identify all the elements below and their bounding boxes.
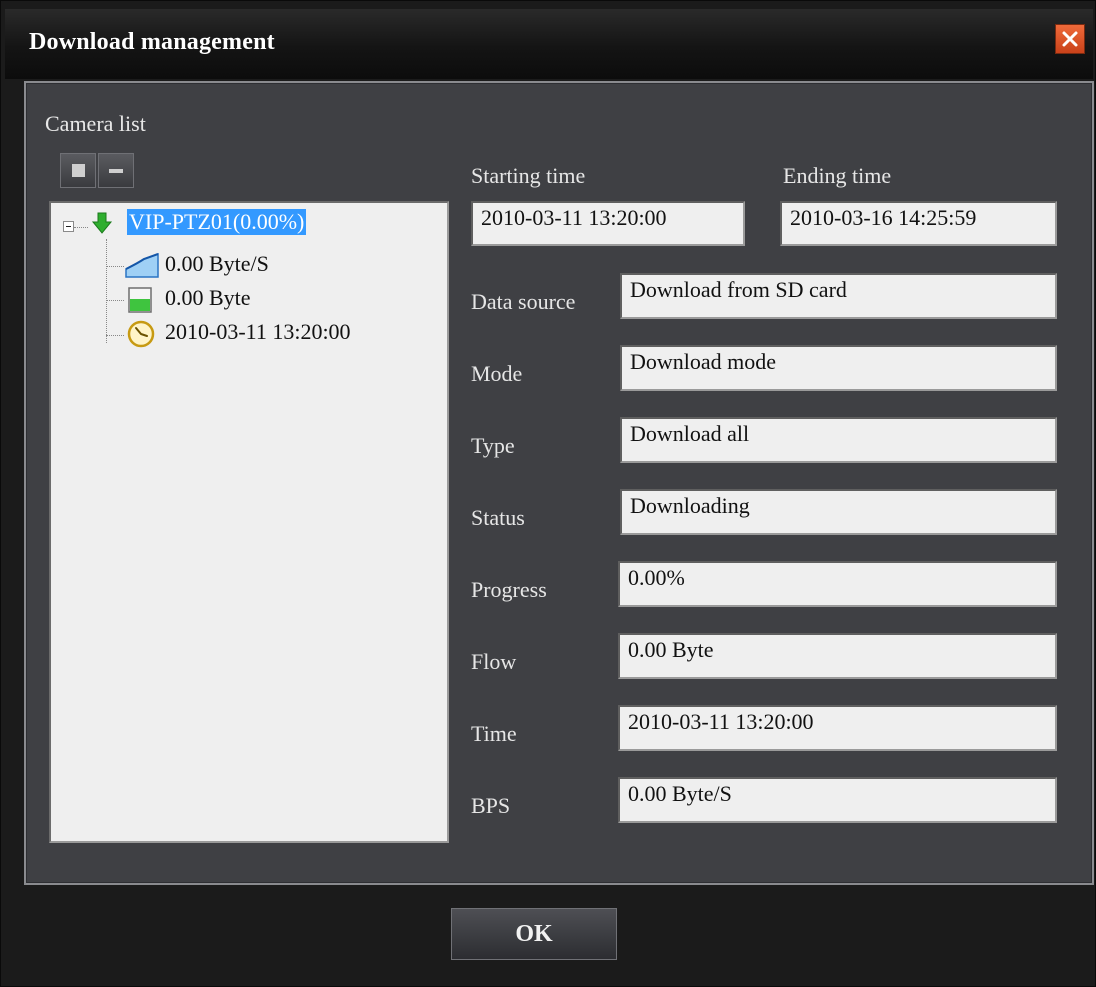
main-panel: Camera list VIP-PTZ01(0.00%) 0.00 Byte/S… [24,81,1094,885]
type-label: Type [471,433,515,458]
status-field[interactable]: Downloading [620,489,1057,535]
bps-field[interactable]: 0.00 Byte/S [618,777,1057,823]
mode-label: Mode [471,361,523,386]
flow-label: Flow [471,649,517,674]
speed-chart-icon [125,253,159,278]
tree-collapse-toggle[interactable] [63,221,74,232]
tree-child-time[interactable]: 2010-03-11 13:20:00 [165,319,351,345]
progress-field[interactable]: 0.00% [618,561,1057,607]
title-bar: Download management [5,9,1093,79]
tree-connector [106,300,124,301]
time-field[interactable]: 2010-03-11 13:20:00 [618,705,1057,751]
tree-connector [74,227,88,228]
starting-time-label: Starting time [471,163,586,188]
download-arrow-icon [91,212,113,234]
progress-label: Progress [471,577,547,602]
remove-button[interactable] [98,153,134,188]
tree-root-label[interactable]: VIP-PTZ01(0.00%) [127,209,307,235]
square-icon [71,164,85,177]
window-title: Download management [29,29,275,55]
data-source-field[interactable]: Download from SD card [620,273,1057,319]
bps-label: BPS [471,793,511,818]
camera-tree[interactable]: VIP-PTZ01(0.00%) 0.00 Byte/S 0.00 Byte 2… [49,201,449,843]
download-management-window: Download management Camera list VIP-PTZ0… [0,0,1096,987]
tree-connector [106,335,124,336]
minus-icon [109,168,123,173]
close-button[interactable] [1055,24,1085,54]
stop-button[interactable] [60,153,96,188]
ending-time-field[interactable]: 2010-03-16 14:25:59 [780,201,1057,246]
ok-button[interactable]: OK [451,908,617,960]
mode-field[interactable]: Download mode [620,345,1057,391]
starting-time-field[interactable]: 2010-03-11 13:20:00 [471,201,745,246]
data-source-label: Data source [471,289,576,314]
ending-time-label: Ending time [783,163,892,188]
status-label: Status [471,505,525,530]
tree-connector [106,239,107,343]
flow-field[interactable]: 0.00 Byte [618,633,1057,679]
close-icon [1062,31,1078,47]
tree-child-bytes[interactable]: 0.00 Byte [165,285,251,311]
tree-child-speed[interactable]: 0.00 Byte/S [165,251,269,277]
type-field[interactable]: Download all [620,417,1057,463]
clock-icon [127,320,155,348]
storage-level-icon [128,287,152,313]
time-label: Time [471,721,517,746]
tree-connector [106,266,124,267]
camera-list-label: Camera list [45,111,146,136]
